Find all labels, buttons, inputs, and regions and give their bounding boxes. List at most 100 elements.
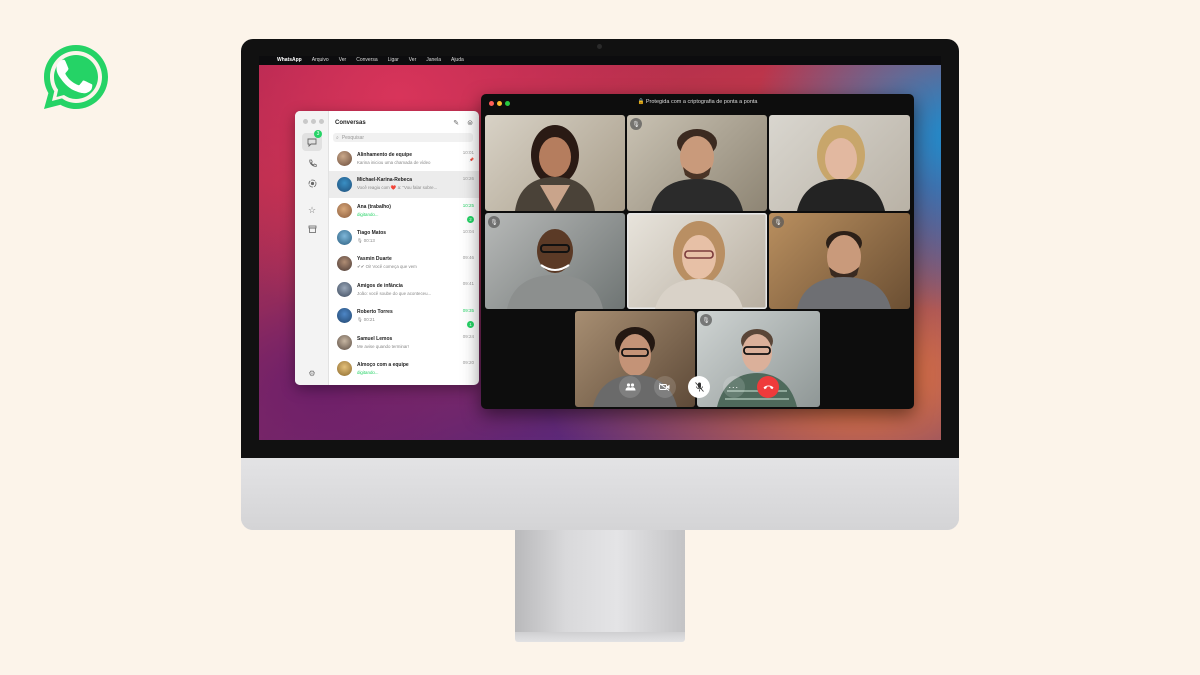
chat-preview: João: você soube do que aconteceu... — [357, 291, 432, 297]
participant-tile-5-speaking[interactable] — [627, 213, 767, 309]
menu-item-janela[interactable]: Janela — [426, 56, 441, 65]
unread-badge: 1 — [467, 320, 474, 328]
chat-item-almoco[interactable]: Almoço com a equipe digitando... 09:20 — [329, 355, 479, 381]
chat-time: 09:35 — [462, 307, 474, 313]
gear-icon: ⚙ — [308, 368, 316, 378]
avatar — [337, 203, 352, 219]
menu-item-conversa[interactable]: Conversa — [356, 56, 377, 65]
phone-icon — [308, 159, 317, 167]
chat-item-samuel[interactable]: Samuel Lemos Me avise quando terminar! 0… — [329, 329, 479, 355]
header-actions: ✎ ⊜ — [453, 119, 473, 127]
menu-item-ver[interactable]: Ver — [339, 56, 347, 65]
avatar — [337, 176, 352, 192]
participant-tile-6[interactable]: 🎙 — [769, 213, 910, 309]
chat-preview: ✔✔ Oi! Você começa que vem — [357, 264, 417, 270]
zoom-window-button[interactable] — [319, 119, 324, 124]
chat-list-window: 3 ☆ ⚙ Conversas ✎ ⊜ ⌕ Pesquisar Alinhame… — [295, 111, 479, 385]
chat-time: 10:01 — [462, 150, 474, 155]
chat-name: Ana (trabalho) — [357, 204, 391, 211]
imac-stand — [515, 530, 685, 632]
filter-icon[interactable]: ⊜ — [467, 119, 473, 127]
sidebar-rail: 3 ☆ ⚙ — [295, 111, 329, 385]
desktop-screen: WhatsApp Arquivo Ver Conversa Ligar Ver … — [259, 56, 941, 440]
close-window-button[interactable] — [303, 119, 308, 124]
chat-item-alinhamento[interactable]: Alinhamento de equipe Karina iniciou uma… — [329, 145, 479, 171]
chat-name: Roberto Torres — [357, 308, 393, 315]
encryption-notice: 🔒 Protegida com a criptografia de ponta … — [637, 99, 758, 105]
rail-starred-button[interactable]: ☆ — [302, 201, 322, 219]
chat-time: 09:24 — [462, 334, 474, 340]
muted-mic-icon: 🎙 — [488, 216, 500, 228]
chat-name: Alinhamento de equipe — [357, 151, 413, 158]
search-placeholder: Pesquisar — [341, 134, 365, 141]
participant-video — [651, 129, 743, 211]
chat-time: 09:20 — [462, 360, 474, 366]
menu-item-ajuda[interactable]: Ajuda — [451, 56, 464, 65]
chat-preview: 🎙 00:21 — [357, 316, 375, 322]
participant-video — [797, 125, 885, 211]
chat-item-tiago[interactable]: Tiago Matos 🎙 00:13 10:04 — [329, 224, 479, 250]
participant-tile-4[interactable]: 🎙 — [485, 213, 625, 309]
muted-mic-icon: 🎙 — [772, 216, 784, 228]
rail-archived-button[interactable] — [302, 220, 322, 238]
camera — [597, 44, 602, 49]
chat-item-ana[interactable]: Ana (trabalho) digitando... 10:25 2 — [329, 198, 479, 224]
call-controls: ··· — [619, 374, 779, 400]
participant-tile-2[interactable]: 🎙 — [627, 115, 767, 211]
rail-chats-button[interactable]: 3 — [302, 130, 322, 151]
rail-status-button[interactable] — [302, 174, 322, 192]
rail-calls-button[interactable] — [302, 154, 322, 172]
more-icon: ··· — [728, 382, 739, 392]
participant-tile-1[interactable] — [485, 115, 625, 211]
chat-preview: Me avise quando terminar! — [357, 343, 409, 349]
chat-item-michael-karina-rebeca[interactable]: Michael-Karina-Rebeca Você reagiu com ❤️… — [329, 171, 479, 198]
chat-time: 10:25 — [462, 202, 474, 208]
chat-name: Tiago Matos — [357, 230, 387, 237]
imac-chin — [241, 458, 959, 530]
muted-mic-icon: 🎙 — [630, 118, 642, 130]
new-chat-icon[interactable]: ✎ — [453, 119, 459, 127]
chat-bubble-icon — [307, 138, 317, 147]
chat-preview: digitando... — [357, 370, 379, 376]
video-call-window: 🔒 Protegida com a criptografia de ponta … — [481, 94, 914, 409]
search-input[interactable]: ⌕ Pesquisar — [333, 133, 473, 142]
avatar — [337, 361, 352, 377]
menu-item-ver-2[interactable]: Ver — [409, 56, 417, 65]
menu-item-arquivo[interactable]: Arquivo — [312, 56, 329, 65]
chat-item-roberto[interactable]: Roberto Torres 🎙 00:21 09:35 1 — [329, 303, 479, 329]
avatar — [337, 150, 352, 166]
hang-up-icon — [763, 385, 773, 390]
status-icon — [308, 179, 316, 187]
window-controls — [303, 119, 324, 124]
participant-tile-3[interactable] — [769, 115, 910, 211]
chat-preview: digitando... — [357, 212, 379, 218]
chat-name: Yasmin Duarte — [357, 256, 392, 263]
participants-button[interactable] — [619, 376, 641, 398]
chat-item-amigos[interactable]: Amigos de infância João: você soube do q… — [329, 276, 479, 302]
menu-app-name[interactable]: WhatsApp — [277, 56, 302, 65]
minimize-window-button[interactable] — [311, 119, 316, 124]
menu-item-ligar[interactable]: Ligar — [388, 56, 399, 65]
whatsapp-logo — [44, 45, 108, 109]
rail-settings-button[interactable]: ⚙ — [302, 364, 322, 382]
chat-name: Amigos de infância — [357, 283, 403, 290]
mute-button[interactable] — [688, 376, 710, 398]
more-options-button[interactable]: ··· — [722, 376, 745, 398]
pin-icon: 📌 — [469, 157, 474, 162]
avatar — [337, 282, 352, 298]
mic-off-icon — [694, 382, 704, 392]
imac-stand-foot — [515, 632, 685, 642]
chat-item-yasmin[interactable]: Yasmin Duarte ✔✔ Oi! Você começa que vem… — [329, 250, 479, 276]
chat-time: 09:46 — [462, 255, 474, 261]
chat-time: 10:26 — [462, 176, 474, 182]
avatar — [337, 255, 352, 271]
video-off-icon — [659, 383, 670, 391]
chat-time: 10:04 — [462, 228, 474, 234]
participant-video — [797, 231, 891, 309]
end-call-button[interactable] — [757, 376, 779, 398]
chat-list-panel: Conversas ✎ ⊜ ⌕ Pesquisar Alinhamento de… — [329, 111, 479, 385]
avatar — [337, 229, 352, 245]
video-toggle-button[interactable] — [653, 376, 676, 398]
avatar — [337, 334, 352, 350]
chat-name: Almoço com a equipe — [357, 362, 409, 369]
